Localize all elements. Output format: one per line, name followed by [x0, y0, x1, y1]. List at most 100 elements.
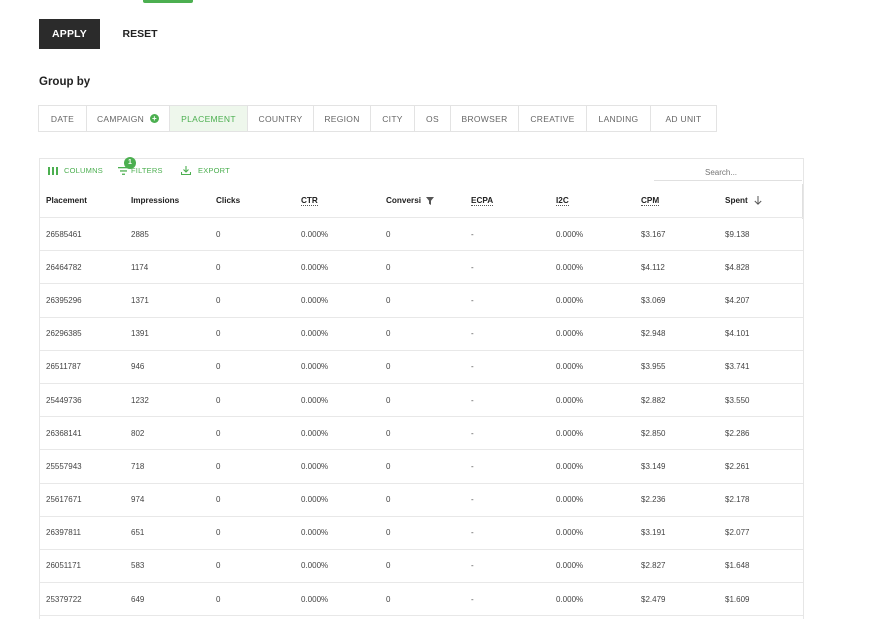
download-icon: [181, 166, 191, 175]
cell-spent: $2.261: [725, 461, 750, 471]
cell-placement: 26511787: [46, 362, 81, 372]
data-grid: Placement Impressions Clicks CTR Convers…: [40, 184, 803, 617]
cell-ecpa: -: [471, 528, 474, 538]
group-by-tab-os[interactable]: OS: [415, 106, 451, 131]
tab-label: BROWSER: [461, 113, 508, 124]
sort-down-arrow-icon[interactable]: [754, 196, 762, 205]
cell-clicks: 0: [216, 229, 221, 239]
cell-cpm: $4.112: [641, 262, 665, 272]
table-row[interactable]: 26585461 2885 0 0.000% 0 - 0.000% $3.167 $9.138: [40, 218, 803, 252]
group-by-tab-country[interactable]: COUNTRY: [248, 106, 314, 131]
tab-label: CREATIVE: [530, 113, 575, 124]
cell-cpm: $2.948: [641, 329, 666, 339]
table-row[interactable]: 25557943 718 0 0.000% 0 - 0.000% $3.149 $2.261: [40, 450, 803, 484]
cell-placement: 26585461: [46, 229, 82, 239]
table-row[interactable]: 26511787 946 0 0.000% 0 - 0.000% $3.955 $3.741: [40, 351, 803, 384]
cell-impressions: 651: [131, 528, 145, 538]
export-button[interactable]: EXPORT: [181, 166, 230, 175]
group-by-tab-city[interactable]: CITY: [371, 106, 415, 131]
cell-ecpa: -: [471, 329, 474, 339]
apply-button[interactable]: APPLY: [39, 19, 100, 49]
group-by-tab-browser[interactable]: BROWSER: [451, 106, 519, 131]
group-by-tab-campaign[interactable]: CAMPAIGN +: [87, 106, 170, 131]
cell-spent: $3.550: [725, 395, 750, 405]
header-spent[interactable]: Spent: [719, 196, 803, 205]
table-row[interactable]: 25379722 649 0 0.000% 0 - 0.000% $2.479 $1.609: [40, 583, 803, 617]
filters-button[interactable]: FILTERS: [118, 166, 163, 175]
cell-placement: 25379722: [46, 594, 82, 604]
cell-conversions: 0: [386, 395, 391, 405]
cell-ecpa: -: [471, 262, 474, 272]
group-by-tab-ad-unit[interactable]: AD UNIT: [651, 106, 716, 131]
group-by-label: Group by: [39, 76, 91, 88]
cell-clicks: 0: [216, 362, 221, 372]
header-impressions[interactable]: Impressions: [125, 196, 210, 205]
header-cpm[interactable]: CPM: [635, 196, 719, 206]
table-row[interactable]: 26368141 802 0 0.000% 0 - 0.000% $2.850 $2.286: [40, 417, 803, 451]
cell-ecpa: -: [471, 428, 474, 438]
cell-spent: $1.648: [725, 561, 750, 571]
table-row[interactable]: 26464782 1174 0 0.000% 0 - 0.000% $4.112 $4.828: [40, 251, 803, 285]
cell-clicks: 0: [216, 495, 221, 505]
table-row[interactable]: 26395296 1371 0 0.000% 0 - 0.000% $3.069 $4.207: [40, 284, 803, 318]
header-ctr[interactable]: CTR: [295, 196, 380, 206]
cell-ctr: 0.000%: [301, 229, 329, 239]
cell-ecpa: -: [471, 395, 474, 405]
cell-spent: $1.609: [725, 594, 750, 604]
cell-cpm: $2.850: [641, 428, 666, 438]
search-box: [654, 164, 815, 181]
cell-conversions: 0: [386, 428, 391, 438]
reset-button[interactable]: RESET: [116, 19, 164, 49]
cell-conversions: 0: [386, 229, 391, 239]
search-input[interactable]: [705, 167, 815, 177]
group-by-tab-date[interactable]: DATE: [39, 106, 87, 131]
cell-clicks: 0: [216, 428, 221, 438]
cell-impressions: 974: [131, 495, 145, 505]
tab-label: AD UNIT: [665, 113, 702, 124]
cell-spent: $4.101: [725, 329, 750, 339]
table-header-row: Placement Impressions Clicks CTR Convers…: [40, 184, 803, 218]
group-by-tab-region[interactable]: REGION: [314, 106, 371, 131]
tab-label: COUNTRY: [258, 113, 303, 124]
tab-label: PLACEMENT: [181, 113, 236, 124]
cell-placement: 26395296: [46, 295, 82, 305]
cell-placement: 25449736: [46, 395, 82, 405]
table-row[interactable]: 26051171 583 0 0.000% 0 - 0.000% $2.827 $1.648: [40, 550, 803, 584]
header-ctr-label: CTR: [301, 196, 318, 206]
cell-cpm: $3.191: [641, 528, 666, 538]
header-clicks[interactable]: Clicks: [210, 196, 295, 205]
cell-ecpa: -: [471, 461, 474, 471]
tab-label: DATE: [50, 113, 75, 124]
header-conversions[interactable]: Conversi: [380, 196, 465, 205]
cell-conversions: 0: [386, 561, 391, 571]
plus-circle-icon[interactable]: +: [150, 114, 160, 123]
header-placement[interactable]: Placement: [40, 196, 125, 205]
cell-ecpa: -: [471, 561, 474, 571]
group-by-tab-placement[interactable]: PLACEMENT: [170, 106, 248, 131]
table-row[interactable]: 25617671 974 0 0.000% 0 - 0.000% $2.236 $2.178: [40, 484, 803, 517]
cell-placement: 26296385: [46, 329, 82, 339]
table-row[interactable]: 26296385 1391 0 0.000% 0 - 0.000% $2.948 $4.101: [40, 318, 803, 351]
cell-cpm: $2.479: [641, 594, 666, 604]
tab-label: OS: [426, 113, 439, 124]
columns-icon: [48, 166, 58, 175]
table-row[interactable]: 26397811 651 0 0.000% 0 - 0.000% $3.191 $2.077: [40, 517, 803, 550]
columns-button[interactable]: COLUMNS: [48, 166, 103, 175]
cell-i2c: 0.000%: [556, 528, 584, 538]
cell-clicks: 0: [216, 329, 221, 339]
table-row[interactable]: 25449736 1232 0 0.000% 0 - 0.000% $2.882 $3.550: [40, 384, 803, 418]
cell-impressions: 1232: [131, 395, 149, 405]
report-table-card: COLUMNS FILTERS 1 EXPORT Placement Impre…: [39, 157, 815, 619]
cell-cpm: $2.882: [641, 395, 666, 405]
cell-i2c: 0.000%: [556, 594, 584, 604]
header-i2c[interactable]: I2C: [550, 196, 635, 206]
cell-conversions: 0: [386, 262, 391, 272]
filter-funnel-icon[interactable]: [426, 196, 435, 205]
filters-label: FILTERS: [131, 166, 163, 175]
group-by-tab-landing[interactable]: LANDING: [587, 106, 651, 131]
header-ecpa[interactable]: ECPA: [465, 196, 550, 206]
cell-conversions: 0: [386, 295, 391, 305]
cell-impressions: 1174: [131, 262, 149, 272]
group-by-tab-creative[interactable]: CREATIVE: [519, 106, 587, 131]
cell-spent: $2.077: [725, 528, 750, 538]
